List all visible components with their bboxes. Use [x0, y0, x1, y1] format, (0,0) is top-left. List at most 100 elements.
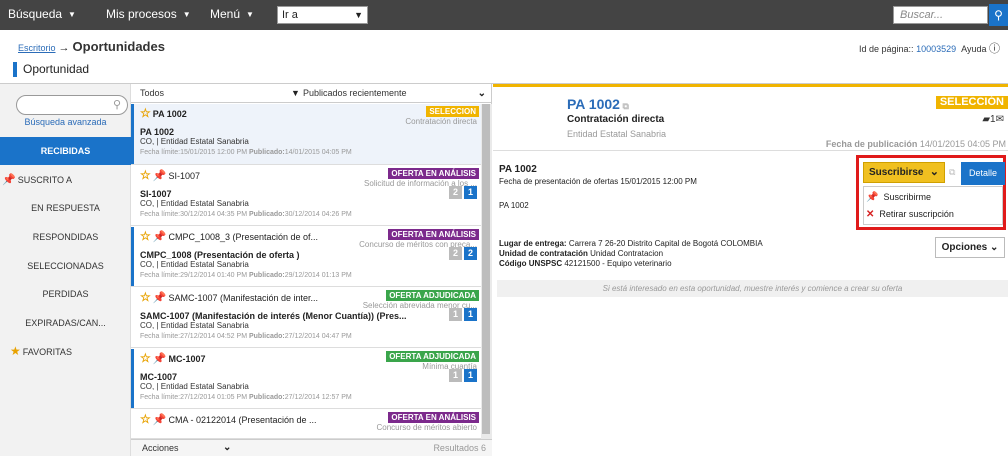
nav-busqueda[interactable]: Búsqueda ▼: [8, 0, 76, 30]
selected-indicator: [131, 104, 134, 164]
external-link-icon[interactable]: ⧉: [620, 101, 628, 111]
mail-icon[interactable]: ✉: [996, 114, 1004, 125]
list-item[interactable]: ☆ 📌 SAMC-1007 (Manifestación de inter... O…: [131, 288, 481, 348]
publicado-value: 30/12/2014 04:26 PM: [284, 211, 352, 218]
publicado-label: Publicado:: [248, 394, 285, 401]
fecha-limite-label: Fecha límite:: [140, 333, 181, 340]
list-item[interactable]: ☆ PA 1002 SELECCION Contratación directa …: [131, 104, 481, 165]
star-outline-icon[interactable]: ☆: [140, 168, 151, 182]
star-outline-icon[interactable]: ☆: [140, 106, 151, 120]
nav-busqueda-label: Búsqueda: [8, 7, 63, 21]
card-number: SAMC-1007 (Manifestación de inter...: [168, 293, 319, 303]
unspsc-code-label: Código UNSPSC: [499, 259, 563, 268]
filter-select[interactable]: Todos: [140, 84, 164, 103]
scrollbar-thumb[interactable]: [482, 104, 490, 434]
search-input[interactable]: Buscar...: [893, 6, 988, 24]
star-outline-icon[interactable]: ☆: [140, 412, 151, 426]
count-badges: 21: [447, 186, 477, 199]
detail-button[interactable]: Detalle: [961, 162, 1005, 185]
results-count: Resultados 6: [433, 440, 486, 456]
card-dates: Fecha límite:27/12/2014 04:52 PM Publica…: [140, 333, 352, 340]
sidebar-item-expiradas[interactable]: EXPIRADAS/CAN...: [0, 309, 131, 337]
sidebar-item-recibidas[interactable]: RECIBIDAS: [0, 137, 131, 165]
count-badge-gray: 1: [449, 369, 462, 382]
chevron-down-icon[interactable]: ▼: [291, 84, 300, 103]
page-id-value[interactable]: 10003529: [916, 44, 956, 54]
pin-icon: 📌: [152, 292, 167, 304]
goto-select[interactable]: Ir a ▼: [277, 6, 368, 24]
sidebar-item-suscrito-a[interactable]: 📌 SUSCRITO A: [0, 166, 131, 194]
chevron-down-icon: ⌄: [989, 242, 999, 253]
sort-select[interactable]: Publicados recientemente: [303, 84, 407, 103]
options-button[interactable]: Opciones ⌄: [935, 237, 1005, 258]
publicado-label: Publicado:: [248, 211, 285, 218]
star-icon: ★: [10, 344, 21, 358]
options-button-label: Opciones: [941, 242, 988, 253]
sidebar-search-input[interactable]: ⚲: [16, 95, 128, 115]
detail-number-text: PA 1002: [567, 96, 620, 112]
publicado-value: 29/12/2014 01:13 PM: [284, 272, 352, 279]
list-footer: Acciones ⌄ Resultados 6: [131, 439, 492, 456]
sidebar-item-respondidas[interactable]: RESPONDIDAS: [0, 223, 131, 251]
publicado-value: 27/12/2014 04:47 PM: [284, 333, 352, 340]
chevron-down-icon[interactable]: ⌄: [478, 84, 486, 103]
detail-number[interactable]: PA 1002 ⧉: [567, 96, 629, 112]
star-outline-icon[interactable]: ☆: [140, 351, 151, 365]
status-badge: OFERTA ADJUDICADA: [386, 351, 479, 362]
detail-title: PA 1002: [499, 164, 537, 175]
top-navigation-bar: Búsqueda ▼ Mis procesos ▼ Menú ▼ Ir a ▼ Busc…: [0, 0, 1008, 30]
card-dates: Fecha límite:15/01/2015 12:00 PM Publica…: [140, 149, 352, 156]
card-type: Contratación directa: [405, 117, 477, 126]
card-title: SAMC-1007 (Manifestación de interés (Men…: [140, 311, 407, 321]
sidebar-item-label: SUSCRITO A: [17, 175, 73, 185]
count-badge-gray: 1: [449, 308, 462, 321]
help-icon[interactable]: ⓘ: [989, 43, 1000, 55]
count-badge-blue: 1: [464, 308, 477, 321]
fecha-limite-value: 29/12/2014 01:40 PM: [180, 272, 248, 279]
pin-icon: 📌: [152, 414, 167, 426]
card-dates: Fecha límite:30/12/2014 04:35 PM Publica…: [140, 211, 352, 218]
menu-item-subscribe[interactable]: 📌 Suscribirme: [866, 190, 931, 205]
unspsc-code-value: 42121500 - Equipo veterinario: [564, 259, 672, 268]
fecha-limite-label: Fecha límite:: [140, 211, 181, 218]
subscribe-dropdown-menu: 📌 Suscribirme ✕ Retirar suscripción: [863, 186, 1003, 225]
publicado-value: 14/01/2015 04:05 PM: [284, 149, 352, 156]
count-badge-blue: 1: [464, 186, 477, 199]
breadcrumb-home-link[interactable]: Escritorio: [18, 43, 56, 53]
sidebar-item-favoritas[interactable]: ★ FAVORITAS: [0, 337, 131, 365]
fecha-limite-value: 30/12/2014 04:35 PM: [180, 211, 248, 218]
chevron-down-icon[interactable]: ⌄: [223, 440, 231, 456]
star-outline-icon[interactable]: ☆: [140, 229, 151, 243]
list-scrollbar[interactable]: [481, 104, 492, 440]
card-title: SI-1007: [140, 189, 172, 199]
search-button[interactable]: ⚲: [989, 4, 1008, 26]
list-item[interactable]: ☆ 📌 SI-1007 OFERTA EN ANÁLISIS Solicitud d…: [131, 166, 481, 226]
menu-item-unsubscribe[interactable]: ✕ Retirar suscripción: [866, 207, 954, 222]
search-icon: ⚲: [112, 99, 121, 111]
sidebar-item-seleccionadas[interactable]: SELECCIONADAS: [0, 252, 131, 280]
detail-description: PA 1002: [499, 201, 529, 210]
list-item[interactable]: ☆ 📌 CMPC_1008_3 (Presentación de of... OFE…: [131, 227, 481, 287]
list-item[interactable]: ☆ 📌 MC-1007 OFERTA ADJUDICADA Mínima cuant…: [131, 349, 481, 409]
actions-select[interactable]: Acciones: [142, 440, 179, 456]
advanced-search-link[interactable]: Búsqueda avanzada: [0, 117, 131, 127]
card-entity: CO, | Entidad Estatal Sanabria: [140, 321, 249, 330]
publicado-value: 27/12/2014 12:57 PM: [284, 394, 352, 401]
delivery-location-label: Lugar de entrega:: [499, 239, 567, 248]
sidebar-item-en-respuesta[interactable]: EN RESPUESTA: [0, 194, 131, 222]
help-link[interactable]: Ayuda: [961, 44, 986, 54]
nav-menu[interactable]: Menú ▼: [210, 0, 254, 30]
subscribe-button[interactable]: Suscribirse ⌄: [863, 162, 945, 183]
card-entity: CO, | Entidad Estatal Sanabria: [140, 260, 249, 269]
fecha-limite-label: Fecha límite:: [140, 272, 181, 279]
status-badge: SELECCIÓN: [935, 96, 1008, 109]
status-badge: SELECCION: [426, 106, 479, 117]
card-number: CMPC_1008_3 (Presentación de of...: [168, 232, 319, 242]
card-entity: CO, | Entidad Estatal Sanabria: [140, 199, 249, 208]
star-outline-icon[interactable]: ☆: [140, 290, 151, 304]
list-item[interactable]: ☆ 📌 CMA - 02122014 (Presentación de ... OF…: [131, 410, 481, 439]
nav-mis-procesos[interactable]: Mis procesos ▼: [106, 0, 191, 30]
sidebar-item-perdidas[interactable]: PERDIDAS: [0, 280, 131, 308]
folder-icon[interactable]: ▰: [982, 114, 990, 125]
external-link-icon[interactable]: ⧉: [949, 167, 955, 178]
